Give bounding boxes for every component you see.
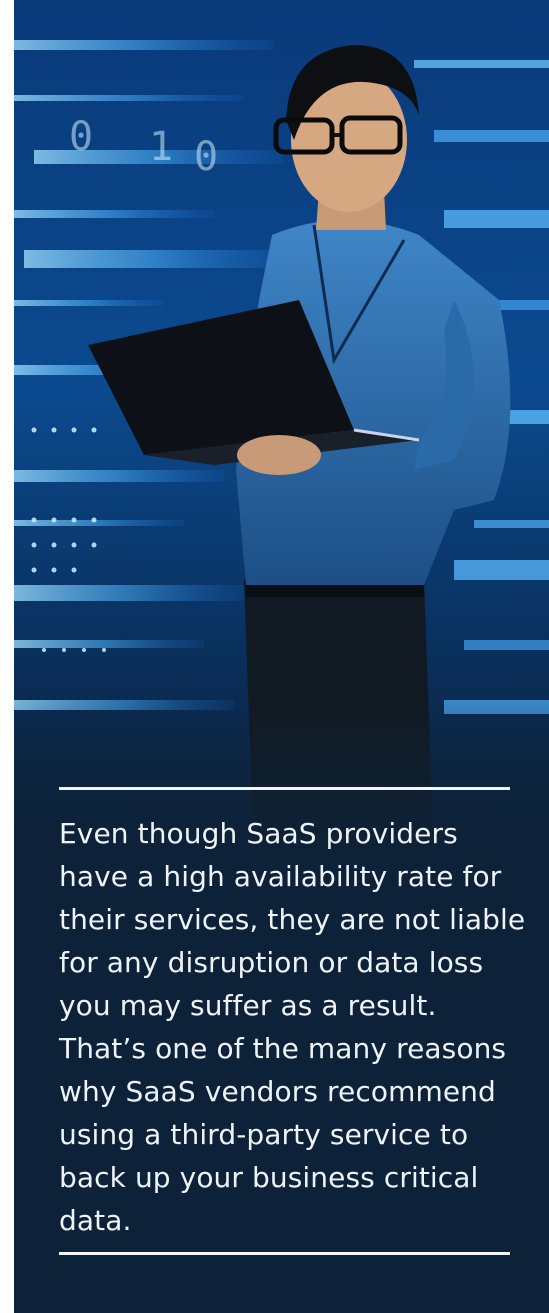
top-divider	[59, 787, 510, 790]
promo-card: 0 1 0 Even though SaaS providers have a …	[14, 0, 549, 1313]
svg-text:1: 1	[149, 124, 173, 170]
quote-text: Even though SaaS providers have a high a…	[59, 817, 526, 1237]
bottom-divider	[59, 1252, 510, 1255]
svg-text:0: 0	[69, 114, 93, 160]
hero-image: 0 1 0	[14, 0, 549, 860]
svg-text:0: 0	[194, 134, 218, 180]
